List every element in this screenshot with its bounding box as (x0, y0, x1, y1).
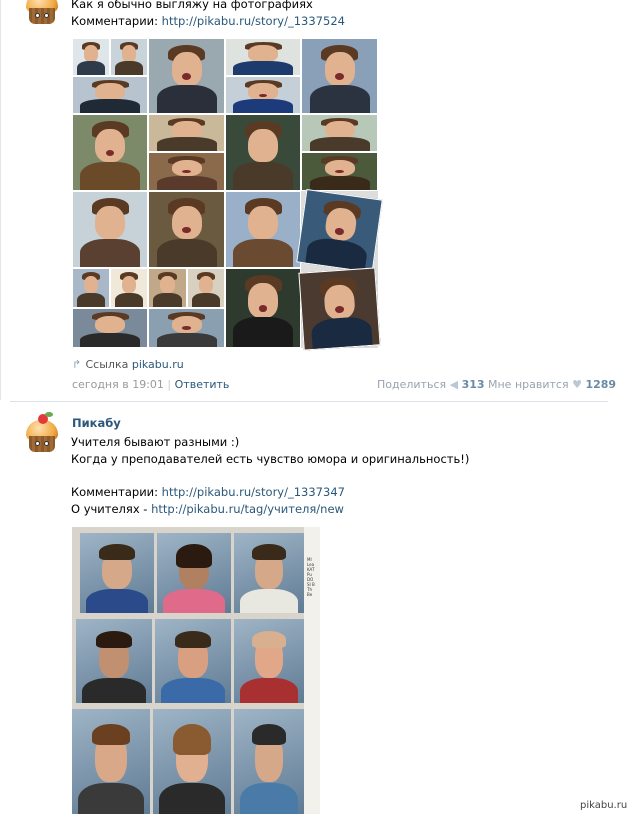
collage-photo (72, 268, 110, 308)
collage-photo (72, 114, 148, 191)
collage-photo (148, 38, 225, 114)
watermark: pikabu.ru (580, 800, 628, 811)
like-label: Мне нравится (488, 378, 569, 391)
teacher-portrait (234, 533, 304, 613)
post-author[interactable]: Пикабу (72, 416, 121, 430)
teachers-tag-link[interactable]: http://pikabu.ru/tag/учителя/new (151, 502, 344, 516)
teachers-yearbook-photo[interactable]: MI Lea KAT Pu DO SI B Th Be (72, 527, 320, 814)
post1-meta: сегодня в 19:01 | Ответить (72, 378, 229, 391)
share-label: Поделиться (377, 378, 447, 391)
collage-photo (148, 308, 225, 348)
post2-comments: Комментарии: http://pikabu.ru/story/_133… (71, 484, 345, 500)
share-arrow-icon: ↱ (72, 358, 82, 371)
left-border (0, 0, 1, 400)
collage-photo (225, 268, 301, 348)
heart-icon: ♥ (572, 378, 582, 391)
link-domain[interactable]: pikabu.ru (132, 358, 184, 371)
teacher-portrait (155, 619, 231, 703)
like-count: 1289 (585, 378, 617, 391)
post2-teachers: О учителях - http://pikabu.ru/tag/учител… (71, 501, 344, 517)
avatar[interactable] (18, 0, 66, 28)
megaphone-icon: ◀ (449, 378, 459, 391)
teacher-portrait (157, 533, 231, 613)
meta-separator: | (167, 378, 172, 391)
collage-photo (72, 38, 110, 76)
comments-link[interactable]: http://pikabu.ru/story/_1337347 (162, 485, 345, 499)
collage-photo (148, 114, 225, 152)
collage-photo (301, 114, 378, 152)
teacher-portrait (234, 709, 304, 814)
post-divider (10, 401, 608, 402)
collage-photo (72, 76, 148, 114)
teacher-portrait (153, 709, 231, 814)
collage-photo (148, 268, 187, 308)
share-button[interactable]: Поделиться ◀ 313 (377, 378, 485, 391)
reply-link[interactable]: Ответить (175, 378, 230, 391)
teachers-label: О учителях - (71, 502, 148, 516)
collage-photo (225, 76, 301, 114)
comments-label: Комментарии: (71, 14, 159, 28)
photo-collage[interactable] (72, 38, 383, 351)
collage-photo (301, 152, 378, 191)
page-edge-text: MI Lea KAT Pu DO SI B Th Be (307, 557, 315, 597)
collage-photo (148, 191, 225, 268)
teacher-portrait (80, 533, 154, 613)
post1-comments: Комментарии: http://pikabu.ru/story/_133… (71, 13, 345, 29)
like-button[interactable]: Мне нравится ♥ 1289 (488, 378, 616, 391)
collage-photo (301, 38, 378, 114)
post2-text-line1: Учителя бывают разными :) (71, 435, 240, 449)
collage-photo (225, 38, 301, 76)
post-time[interactable]: сегодня в 19:01 (72, 378, 164, 391)
collage-photo (187, 268, 225, 308)
comments-link[interactable]: http://pikabu.ru/story/_1337524 (162, 14, 345, 28)
collage-photo (225, 114, 301, 191)
collage-photo (110, 38, 148, 76)
collage-photo (225, 191, 301, 268)
post1-caption: Как я обычно выгляжу на фотографиях (71, 0, 313, 11)
collage-photo (72, 308, 148, 348)
post1-link-attachment: ↱ Ссылка pikabu.ru (72, 358, 184, 371)
collage-photo (298, 267, 381, 351)
link-label: Ссылка (85, 358, 129, 371)
teacher-portrait (72, 709, 150, 814)
teacher-portrait (234, 619, 304, 703)
share-count: 313 (461, 378, 485, 391)
avatar[interactable] (18, 412, 66, 456)
collage-photo (72, 191, 148, 268)
collage-photo (148, 152, 225, 191)
collage-photo (296, 189, 383, 273)
post2-text-line2: Когда у преподавателей есть чувство юмор… (71, 452, 470, 466)
teacher-portrait (76, 619, 152, 703)
collage-photo (110, 268, 148, 308)
yearbook-page-edge: MI Lea KAT Pu DO SI B Th Be (304, 527, 320, 814)
comments-label: Комментарии: (71, 485, 159, 499)
